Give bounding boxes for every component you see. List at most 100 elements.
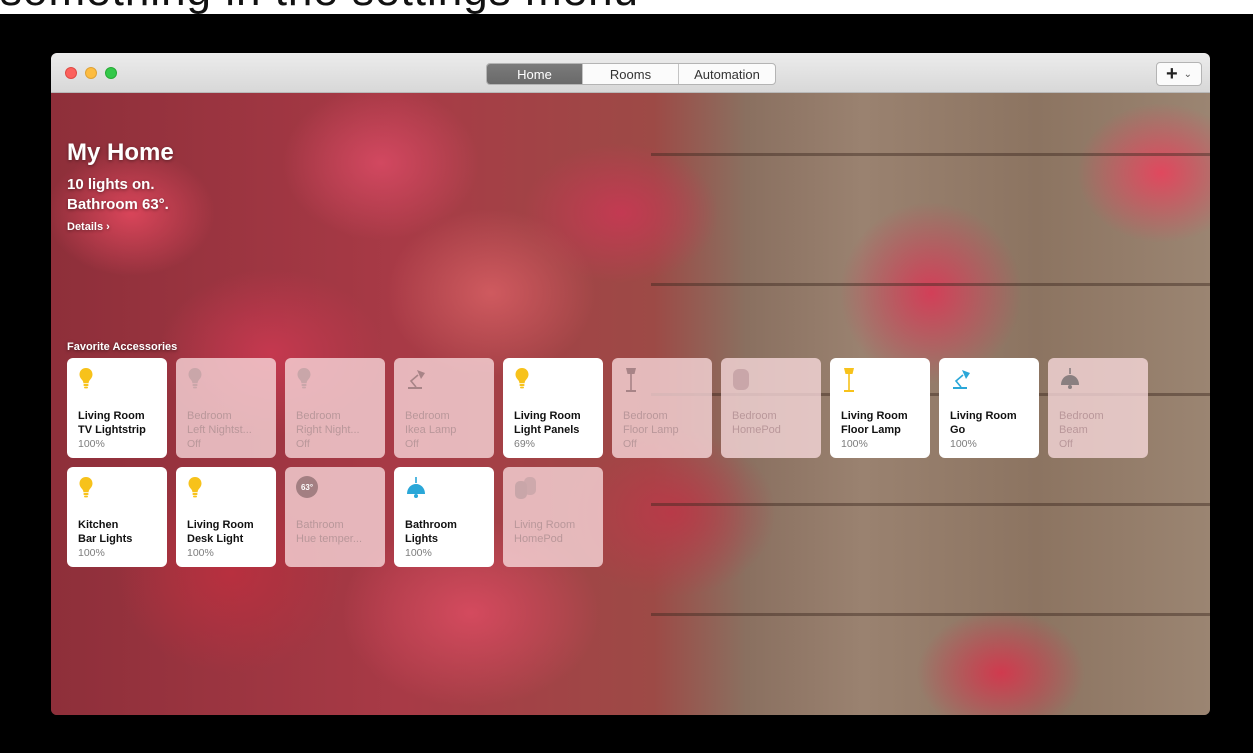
minimize-window-button[interactable] (85, 67, 97, 79)
accessory-state: 100% (405, 547, 432, 559)
caption-strip: something in the settings menu (0, 0, 1253, 14)
add-button[interactable]: + ⌄ (1156, 62, 1202, 86)
accessory-tile[interactable]: Bedroom HomePod (721, 358, 821, 458)
accessory-room: Bedroom (187, 410, 232, 422)
accessory-label: Bar Lights (78, 533, 133, 545)
accessory-state: Off (296, 438, 310, 450)
accessory-label: Ikea Lamp (405, 424, 457, 436)
accessory-name: Living Room Light Panels (514, 409, 598, 437)
tab-rooms[interactable]: Rooms (583, 64, 679, 84)
accessory-tile[interactable]: Bathroom Lights 100% (394, 467, 494, 567)
accessory-name: Living Room TV Lightstrip (78, 409, 162, 437)
accessory-name: Bedroom Left Nightst... (187, 409, 271, 437)
accessory-room: Kitchen (78, 519, 119, 531)
home-content: My Home 10 lights on. Bathroom 63°. Deta… (51, 93, 1210, 715)
accessory-label: TV Lightstrip (78, 424, 146, 436)
lightbulb-icon (78, 476, 156, 502)
plus-icon: + (1165, 63, 1178, 85)
home-app-window: Home Rooms Automation + ⌄ My Home 10 lig… (51, 53, 1210, 715)
accessory-state: 100% (78, 438, 105, 450)
accessory-room: Living Room (78, 410, 145, 422)
pendant-light-icon (1059, 367, 1137, 393)
temperature-status: Bathroom 63°. (67, 196, 169, 213)
screen-frame: Home Rooms Automation + ⌄ My Home 10 lig… (0, 14, 1253, 753)
accessory-room: Bedroom (623, 410, 668, 422)
accessory-label: Desk Light (187, 533, 244, 545)
accessory-label: Light Panels (514, 424, 580, 436)
accessory-tile[interactable]: Bedroom Right Night... Off (285, 358, 385, 458)
accessory-state: Off (1059, 438, 1073, 450)
lightbulb-icon (296, 367, 374, 393)
wood-plank-line (651, 613, 1210, 616)
accessory-room: Bedroom (405, 410, 450, 422)
accessory-state: Off (623, 438, 637, 450)
accessory-name: Living Room Go (950, 409, 1034, 437)
favorites-section-label: Favorite Accessories (67, 341, 178, 353)
titlebar: Home Rooms Automation + ⌄ (51, 53, 1210, 93)
accessory-tile[interactable]: Living Room TV Lightstrip 100% (67, 358, 167, 458)
accessory-tile[interactable]: Living Room Floor Lamp 100% (830, 358, 930, 458)
chevron-down-icon: ⌄ (1183, 68, 1193, 80)
accessory-state: 100% (78, 547, 105, 559)
wood-plank-line (651, 283, 1210, 286)
accessory-room: Bedroom (1059, 410, 1104, 422)
floor-lamp-icon (841, 367, 919, 393)
accessory-tile[interactable]: Living Room Go 100% (939, 358, 1039, 458)
accessory-state: 69% (514, 438, 536, 450)
accessory-name: Bedroom Right Night... (296, 409, 380, 437)
accessory-tile[interactable]: 63° Bathroom Hue temper... (285, 467, 385, 567)
accessory-label: Right Night... (296, 424, 360, 436)
accessory-label: Lights (405, 533, 438, 545)
accessory-tile[interactable]: Living Room Light Panels 69% (503, 358, 603, 458)
accessory-state: 100% (187, 547, 214, 559)
homepod-icon (732, 367, 810, 393)
zoom-window-button[interactable] (105, 67, 117, 79)
accessory-tile[interactable]: Living Room Desk Light 100% (176, 467, 276, 567)
accessory-label: Left Nightst... (187, 424, 252, 436)
home-status-summary: 10 lights on. Bathroom 63°. (67, 175, 169, 215)
accessory-state: 100% (841, 438, 868, 450)
accessory-room: Living Room (514, 519, 576, 531)
accessory-label: Hue temper... (296, 533, 363, 545)
accessory-tile[interactable]: Bedroom Left Nightst... Off (176, 358, 276, 458)
desk-lamp-icon (950, 367, 1028, 393)
accessory-state: Off (187, 438, 201, 450)
accessory-room: Living Room (187, 519, 254, 531)
accessory-room: Living Room (841, 410, 908, 422)
accessory-state: Off (405, 438, 419, 450)
view-switcher: Home Rooms Automation (486, 63, 776, 85)
lightbulb-icon (187, 476, 265, 502)
accessory-tile[interactable]: Bedroom Floor Lamp Off (612, 358, 712, 458)
details-link[interactable]: Details › (67, 221, 110, 233)
accessory-tile[interactable]: Bedroom Beam Off (1048, 358, 1148, 458)
accessory-room: Living Room (514, 410, 581, 422)
accessory-tile[interactable]: Kitchen Bar Lights 100% (67, 467, 167, 567)
accessory-label: HomePod (732, 424, 781, 436)
wood-plank-line (651, 153, 1210, 156)
accessory-label: Go (950, 424, 966, 436)
accessory-name: Bedroom Ikea Lamp (405, 409, 489, 437)
favorite-accessories-grid: Living Room TV Lightstrip 100% Bedroom Left … (67, 358, 1157, 567)
temperature-badge: 63° (296, 476, 318, 498)
page-title: My Home (67, 139, 174, 166)
desk-lamp-icon (405, 367, 483, 393)
close-window-button[interactable] (65, 67, 77, 79)
accessory-name: Kitchen Bar Lights (78, 518, 162, 546)
lightbulb-icon (78, 367, 156, 393)
accessory-label: Floor Lamp (623, 424, 679, 436)
accessory-state: 100% (950, 438, 977, 450)
accessory-name: Living Room HomePod (514, 518, 598, 546)
tab-home[interactable]: Home (487, 64, 583, 84)
tab-automation[interactable]: Automation (679, 64, 775, 84)
accessory-tile[interactable]: Bedroom Ikea Lamp Off (394, 358, 494, 458)
accessory-name: Bathroom Lights (405, 518, 489, 546)
accessory-label: Floor Lamp (841, 424, 901, 436)
accessory-tile[interactable]: Living Room HomePod (503, 467, 603, 567)
homepods-icon (514, 476, 592, 502)
accessory-name: Bathroom Hue temper... (296, 518, 380, 546)
lights-status: 10 lights on. (67, 176, 155, 193)
accessory-room: Bedroom (296, 410, 341, 422)
pendant-light-icon (405, 476, 483, 502)
accessory-name: Bedroom Beam (1059, 409, 1143, 437)
caption-text: something in the settings menu (0, 0, 639, 14)
